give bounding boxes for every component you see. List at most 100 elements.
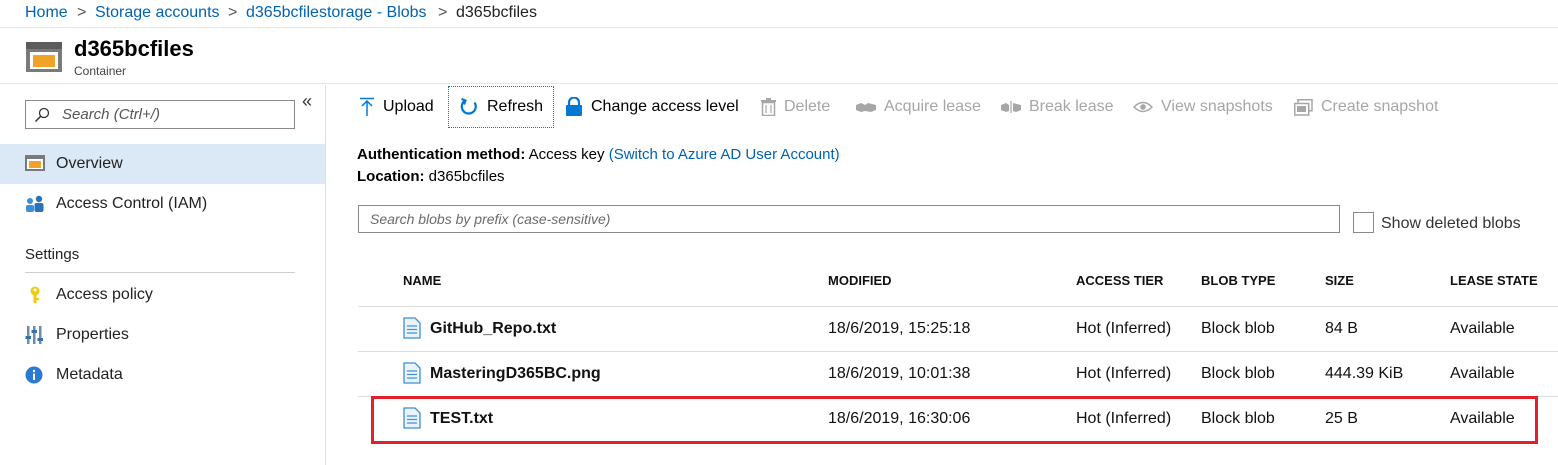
blob-name[interactable]: GitHub_Repo.txt: [430, 320, 556, 338]
authentication-method-value: Access key: [528, 146, 605, 163]
break-lease-icon: [1001, 101, 1021, 113]
blob-type: Block blob: [1201, 365, 1275, 382]
search-icon: [34, 107, 50, 123]
change-access-level-button[interactable]: Change access level: [565, 86, 739, 128]
settings-heading: Settings: [25, 246, 80, 263]
file-icon: [403, 407, 421, 429]
acquire-lease-label: Acquire lease: [884, 98, 981, 115]
blob-lease-state: Available: [1450, 365, 1515, 382]
blob-search-input[interactable]: [359, 206, 1339, 232]
trash-icon: [761, 98, 776, 116]
blob-search[interactable]: [358, 205, 1340, 233]
key-icon: [30, 286, 40, 303]
container-icon: [26, 42, 62, 72]
blob-access-tier: Hot (Inferred): [1076, 365, 1172, 382]
sidebar-search-input[interactable]: [62, 104, 288, 125]
sidebar-item-label: Metadata: [56, 366, 123, 383]
column-header-name[interactable]: NAME: [403, 273, 441, 288]
sidebar-item-access-policy[interactable]: Access policy: [0, 275, 325, 315]
divider: [25, 272, 295, 273]
table-row[interactable]: GitHub_Repo.txt 18/6/2019, 15:25:18 Hot …: [358, 307, 1558, 352]
info-icon: [25, 366, 43, 384]
command-bar: Upload Refresh Change access level Delet…: [327, 85, 1558, 130]
refresh-icon: [460, 97, 477, 115]
sidebar-item-label: Access Control (IAM): [56, 195, 208, 212]
handshake-icon: [856, 103, 876, 112]
blob-size: 84 B: [1325, 320, 1358, 337]
file-icon: [403, 317, 421, 339]
switch-to-azure-ad-link[interactable]: (Switch to Azure AD User Account): [609, 146, 840, 163]
show-deleted-blobs-label: Show deleted blobs: [1381, 215, 1521, 232]
iam-icon: [26, 195, 44, 212]
break-lease-label: Break lease: [1029, 98, 1114, 115]
sidebar-item-label: Access policy: [56, 286, 153, 303]
blob-modified: 18/6/2019, 16:30:06: [828, 410, 971, 427]
blob-type: Block blob: [1201, 410, 1275, 427]
sidebar-item-metadata[interactable]: Metadata: [0, 355, 325, 395]
sidebar: « Overview Access Control (IAM) Settings: [0, 85, 326, 465]
column-header-modified[interactable]: MODIFIED: [828, 273, 892, 288]
blob-modified: 18/6/2019, 15:25:18: [828, 320, 971, 337]
sidebar-item-overview[interactable]: Overview: [0, 144, 325, 184]
column-header-access-tier[interactable]: ACCESS TIER: [1076, 273, 1163, 288]
breadcrumb-separator: >: [438, 4, 448, 21]
refresh-button[interactable]: Refresh: [448, 86, 555, 128]
view-snapshots-button[interactable]: View snapshots: [1133, 86, 1273, 128]
breadcrumb-current: d365bcfiles: [456, 4, 537, 21]
sidebar-item-label: Overview: [56, 155, 123, 172]
blob-access-tier: Hot (Inferred): [1076, 320, 1172, 337]
blob-type: Block blob: [1201, 320, 1275, 337]
sidebar-item-label: Properties: [56, 326, 129, 343]
properties-icon: [25, 326, 43, 344]
sidebar-item-iam[interactable]: Access Control (IAM): [0, 184, 325, 224]
breadcrumb: Home > Storage accounts > d365bcfilestor…: [0, 0, 1558, 28]
delete-label: Delete: [784, 98, 831, 115]
blob-modified: 18/6/2019, 10:01:38: [828, 365, 971, 382]
column-header-lease-state[interactable]: LEASE STATE: [1450, 273, 1538, 288]
page-header: d365bcfiles Container: [0, 28, 1558, 84]
upload-button[interactable]: Upload: [359, 86, 434, 128]
snapshot-icon: [1294, 98, 1313, 116]
location-label: Location:: [357, 168, 425, 185]
sidebar-search[interactable]: [25, 100, 295, 129]
breadcrumb-storage-accounts-link[interactable]: Storage accounts: [95, 4, 220, 22]
create-snapshot-label: Create snapshot: [1321, 98, 1439, 115]
breadcrumb-blobs-link[interactable]: d365bcfilestorage - Blobs: [246, 4, 427, 22]
lock-icon: [566, 97, 582, 116]
delete-button[interactable]: Delete: [761, 86, 830, 128]
blob-lease-state: Available: [1450, 320, 1515, 337]
table-row[interactable]: MasteringD365BC.png 18/6/2019, 10:01:38 …: [358, 352, 1558, 397]
sidebar-item-properties[interactable]: Properties: [0, 315, 325, 355]
file-icon: [403, 362, 421, 384]
eye-icon: [1133, 101, 1153, 113]
blob-size: 25 B: [1325, 410, 1358, 427]
breadcrumb-home-link[interactable]: Home: [25, 4, 68, 22]
authentication-method-label: Authentication method:: [357, 146, 526, 163]
authentication-method-line: Authentication method: Access key (Switc…: [357, 146, 840, 163]
table-row[interactable]: TEST.txt 18/6/2019, 16:30:06 Hot (Inferr…: [358, 397, 1558, 442]
page-title: d365bcfiles: [74, 36, 194, 61]
column-header-blob-type[interactable]: BLOB TYPE: [1201, 273, 1275, 288]
upload-icon: [360, 97, 374, 116]
blob-name[interactable]: MasteringD365BC.png: [430, 365, 601, 383]
change-access-level-label: Change access level: [591, 98, 739, 115]
blob-lease-state: Available: [1450, 410, 1515, 427]
collapse-sidebar-button[interactable]: «: [302, 91, 312, 112]
location-line: Location: d365bcfiles: [357, 168, 505, 185]
create-snapshot-button[interactable]: Create snapshot: [1294, 86, 1438, 128]
breadcrumb-separator: >: [228, 4, 238, 21]
location-value: d365bcfiles: [428, 168, 505, 185]
blob-size: 444.39 KiB: [1325, 365, 1404, 382]
column-header-size[interactable]: SIZE: [1325, 273, 1354, 288]
view-snapshots-label: View snapshots: [1161, 98, 1273, 115]
acquire-lease-button[interactable]: Acquire lease: [856, 86, 981, 128]
breadcrumb-separator: >: [77, 4, 87, 21]
refresh-label: Refresh: [487, 98, 544, 115]
show-deleted-blobs-checkbox[interactable]: [1353, 212, 1374, 233]
blob-name[interactable]: TEST.txt: [430, 410, 493, 428]
overview-icon: [25, 155, 45, 171]
page-subtitle: Container: [74, 64, 127, 78]
break-lease-button[interactable]: Break lease: [1001, 86, 1114, 128]
upload-label: Upload: [383, 98, 434, 115]
blob-access-tier: Hot (Inferred): [1076, 410, 1172, 427]
